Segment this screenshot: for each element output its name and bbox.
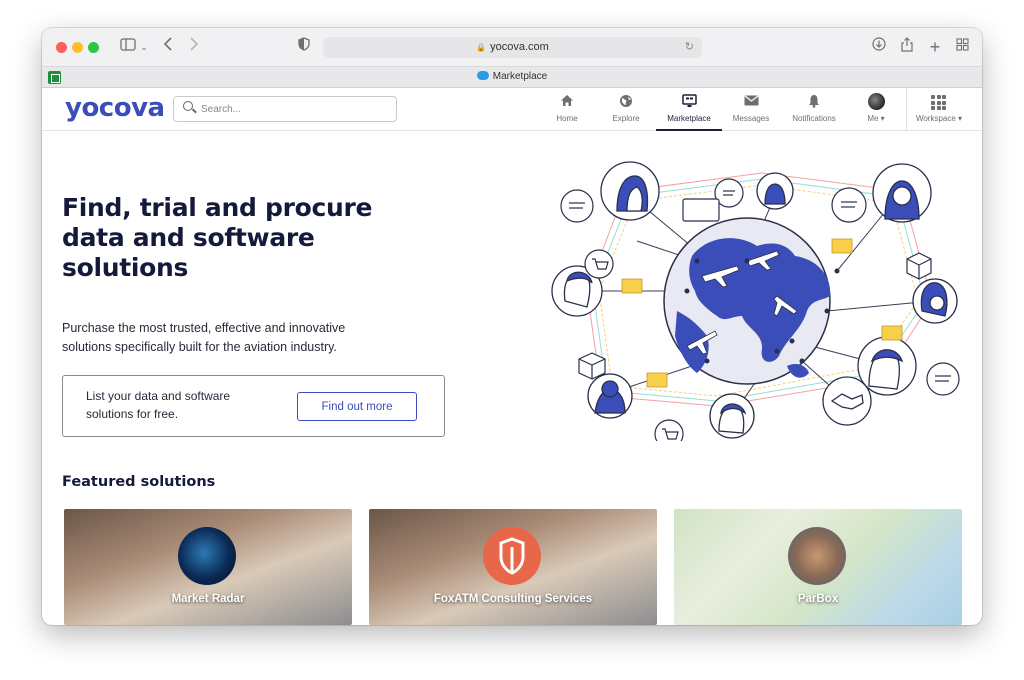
grid-icon bbox=[931, 95, 946, 110]
yocova-logo[interactable]: yocova bbox=[65, 93, 165, 123]
download-icon[interactable] bbox=[870, 37, 888, 57]
privacy-shield-icon[interactable] bbox=[296, 37, 312, 57]
globe-icon bbox=[605, 94, 647, 109]
list-solutions-text: List your data and software solutions fo… bbox=[86, 389, 231, 421]
shopping-cart-icon bbox=[584, 249, 614, 279]
bell-icon bbox=[785, 94, 843, 109]
forward-icon[interactable] bbox=[186, 37, 202, 57]
hero-title: Find, trial and procure data and softwar… bbox=[62, 193, 373, 282]
tab-overview-icon[interactable] bbox=[953, 37, 971, 57]
nav-explore[interactable]: Explore bbox=[605, 88, 647, 131]
tab-marketplace[interactable]: Marketplace bbox=[42, 71, 982, 82]
zoom-window-button[interactable] bbox=[88, 42, 99, 53]
card-title: FoxATM Consulting Services bbox=[433, 593, 593, 605]
market-radar-logo bbox=[178, 527, 236, 585]
address-text: yocova.com bbox=[490, 41, 549, 53]
card-title: ParBox bbox=[797, 593, 839, 605]
search-box[interactable] bbox=[173, 96, 397, 122]
close-window-button[interactable] bbox=[56, 42, 67, 53]
tab-title-text: Marketplace bbox=[492, 71, 548, 82]
card-title: Market Radar bbox=[171, 593, 245, 605]
chevron-down-icon[interactable]: ⌄ bbox=[138, 37, 150, 57]
salesforce-cloud-icon bbox=[476, 71, 489, 80]
aviation-network-illustration bbox=[551, 161, 960, 441]
home-icon bbox=[547, 94, 587, 109]
parbox-logo bbox=[788, 527, 846, 585]
foxatm-logo bbox=[483, 527, 541, 585]
nav-messages-label: Messages bbox=[732, 114, 770, 123]
hero-subtitle: Purchase the most trusted, effective and… bbox=[62, 321, 346, 354]
nav-me[interactable]: Me ▾ bbox=[858, 88, 894, 131]
nav-divider bbox=[906, 88, 907, 131]
search-input[interactable] bbox=[201, 101, 391, 117]
nav-explore-label: Explore bbox=[612, 114, 640, 123]
nav-home-label: Home bbox=[556, 114, 578, 123]
featured-solutions-heading: Featured solutions bbox=[62, 474, 216, 490]
address-bar[interactable]: 🔒 yocova.com ↻ bbox=[323, 37, 702, 58]
solution-card-foxatm[interactable]: FoxATM Consulting Services bbox=[369, 509, 657, 625]
avatar bbox=[868, 93, 885, 110]
site-header: yocova Home Explore Marketplace bbox=[42, 88, 982, 131]
browser-toolbar: ⌄ 🔒 yocova.com ↻ + bbox=[42, 28, 982, 66]
lock-icon: 🔒 bbox=[476, 43, 487, 52]
nav-notifications-label: Notifications bbox=[792, 114, 836, 123]
browser-window: ⌄ 🔒 yocova.com ↻ + Marketplace yocova Se… bbox=[42, 28, 982, 625]
minimize-window-button[interactable] bbox=[72, 42, 83, 53]
new-tab-icon[interactable]: + bbox=[926, 37, 944, 57]
nav-home[interactable]: Home bbox=[547, 88, 587, 131]
solution-card-market-radar[interactable]: Market Radar bbox=[64, 509, 352, 625]
shopping-cart-icon bbox=[654, 419, 684, 441]
back-icon[interactable] bbox=[160, 37, 176, 57]
solution-card-parbox[interactable]: ParBox bbox=[674, 509, 962, 625]
reload-icon[interactable]: ↻ bbox=[685, 37, 694, 58]
share-icon[interactable] bbox=[898, 37, 916, 57]
nav-marketplace[interactable]: Marketplace bbox=[656, 88, 722, 131]
nav-messages[interactable]: Messages bbox=[728, 88, 774, 131]
nav-marketplace-label: Marketplace bbox=[667, 114, 711, 123]
envelope-icon bbox=[728, 94, 774, 109]
nav-notifications[interactable]: Notifications bbox=[785, 88, 843, 131]
search-icon bbox=[183, 101, 193, 111]
list-solutions-box: List your data and software solutions fo… bbox=[62, 375, 445, 437]
marketplace-icon bbox=[656, 94, 722, 109]
find-out-more-button[interactable]: Find out more bbox=[297, 392, 417, 421]
nav-me-label: Me ▾ bbox=[867, 114, 885, 123]
nav-workspace-label: Workspace ▾ bbox=[915, 114, 963, 123]
nav-workspace[interactable]: Workspace ▾ bbox=[910, 88, 968, 131]
globe-icon bbox=[663, 217, 840, 385]
tab-bar: Marketplace bbox=[42, 66, 982, 88]
